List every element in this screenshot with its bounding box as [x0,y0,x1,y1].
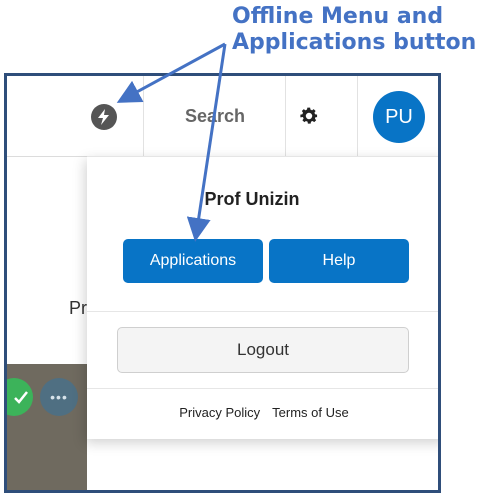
gear-icon [300,107,318,124]
check-icon [14,391,28,404]
background-partial-text: Pr [69,298,87,318]
help-button[interactable]: Help [269,239,409,283]
logout-button[interactable]: Logout [117,327,409,373]
divider [285,76,286,156]
avatar-button[interactable]: PU [373,91,425,143]
offline-menu-button[interactable] [91,104,117,130]
top-bar: Search PU [7,76,438,157]
privacy-policy-link[interactable]: Privacy Policy [179,405,260,420]
account-dropdown: Prof Unizin Applications Help Logout Pri… [87,156,438,439]
callout-line-2: Applications button [232,30,477,55]
callout-line-1: Offline Menu and [232,4,444,29]
more-icon[interactable]: ••• [40,378,78,416]
terms-of-use-link[interactable]: Terms of Use [272,405,349,420]
applications-button[interactable]: Applications [123,239,263,283]
settings-button[interactable] [291,100,327,132]
footer-links: Privacy Policy Terms of Use [87,405,438,420]
divider [87,311,438,312]
divider [143,76,144,156]
user-name: Prof Unizin [204,189,300,209]
divider [357,76,358,156]
app-window: Search PU Pr ••• Prof Unizin Application… [4,73,441,493]
callout-label: Offline Menu and Applications button [232,4,478,56]
divider [87,388,438,389]
lightning-bolt-icon [98,109,109,125]
search-button[interactable]: Search [145,76,285,156]
